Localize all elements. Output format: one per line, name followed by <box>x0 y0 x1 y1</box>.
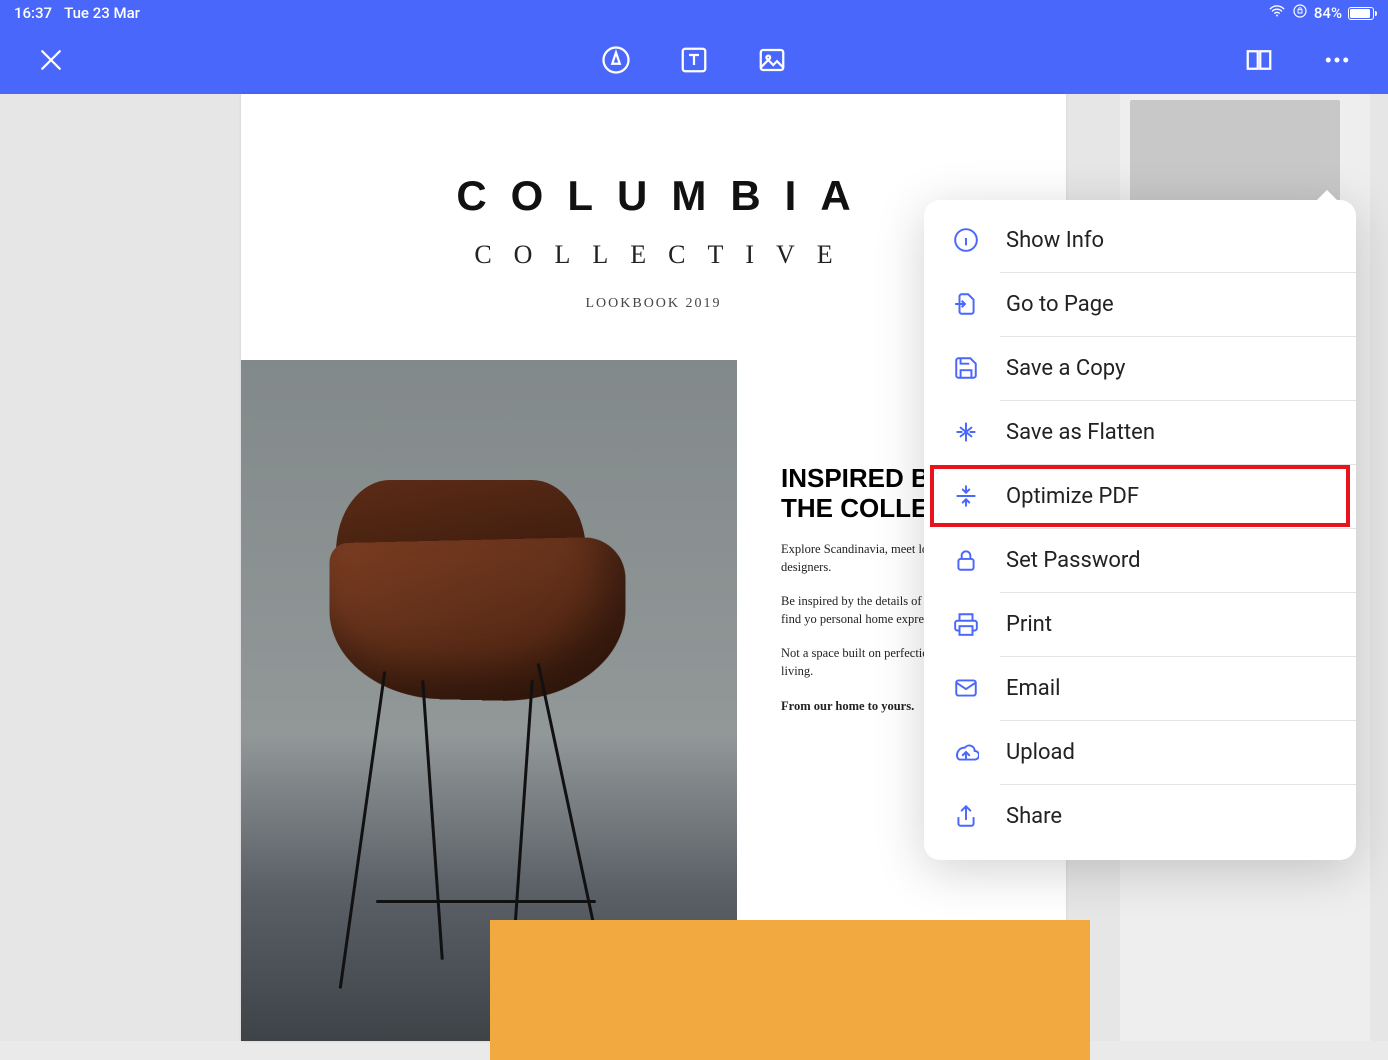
actions-popover: Show Info Go to Page Save a Copy Save as… <box>924 200 1356 860</box>
menu-show-info[interactable]: Show Info <box>924 208 1356 272</box>
menu-label: Set Password <box>1006 548 1141 573</box>
menu-optimize-pdf[interactable]: Optimize PDF <box>924 464 1356 528</box>
menu-label: Save as Flatten <box>1006 420 1155 445</box>
menu-label: Share <box>1006 804 1062 829</box>
document-canvas[interactable]: COLUMBIA COLLECTIVE LOOKBOOK 2019 INSPIR… <box>0 94 1388 1041</box>
menu-label: Email <box>1006 676 1060 701</box>
orientation-lock-icon <box>1292 3 1308 23</box>
menu-label: Optimize PDF <box>1006 484 1139 509</box>
status-bar: 16:37 Tue 23 Mar 84% <box>0 0 1388 26</box>
menu-email[interactable]: Email <box>924 656 1356 720</box>
toolbar <box>0 26 1388 94</box>
more-menu-button[interactable] <box>1322 45 1352 75</box>
menu-label: Show Info <box>1006 228 1104 253</box>
menu-share[interactable]: Share <box>924 784 1356 848</box>
text-tool-button[interactable] <box>679 45 709 75</box>
battery-percent: 84% <box>1314 4 1342 22</box>
status-date: Tue 23 Mar <box>64 4 140 22</box>
menu-print[interactable]: Print <box>924 592 1356 656</box>
menu-set-password[interactable]: Set Password <box>924 528 1356 592</box>
goto-page-icon <box>952 290 980 318</box>
menu-label: Go to Page <box>1006 292 1114 317</box>
info-icon <box>952 226 980 254</box>
wifi-icon <box>1268 2 1286 24</box>
image-tool-button[interactable] <box>757 45 787 75</box>
menu-label: Save a Copy <box>1006 356 1125 381</box>
menu-save-copy[interactable]: Save a Copy <box>924 336 1356 400</box>
save-icon <box>952 354 980 382</box>
upload-icon <box>952 738 980 766</box>
reader-view-button[interactable] <box>1244 45 1274 75</box>
battery-icon <box>1348 7 1374 20</box>
lock-icon <box>952 546 980 574</box>
status-time: 16:37 <box>14 4 52 22</box>
decorative-block <box>490 920 1090 1060</box>
menu-label: Print <box>1006 612 1052 637</box>
flatten-icon <box>952 418 980 446</box>
print-icon <box>952 610 980 638</box>
menu-upload[interactable]: Upload <box>924 720 1356 784</box>
menu-label: Upload <box>1006 740 1075 765</box>
highlight-annotation <box>930 465 1350 527</box>
close-button[interactable] <box>36 45 66 75</box>
optimize-icon <box>952 482 980 510</box>
menu-goto-page[interactable]: Go to Page <box>924 272 1356 336</box>
annotate-tool-button[interactable] <box>601 45 631 75</box>
share-icon <box>952 802 980 830</box>
menu-save-flatten[interactable]: Save as Flatten <box>924 400 1356 464</box>
email-icon <box>952 674 980 702</box>
